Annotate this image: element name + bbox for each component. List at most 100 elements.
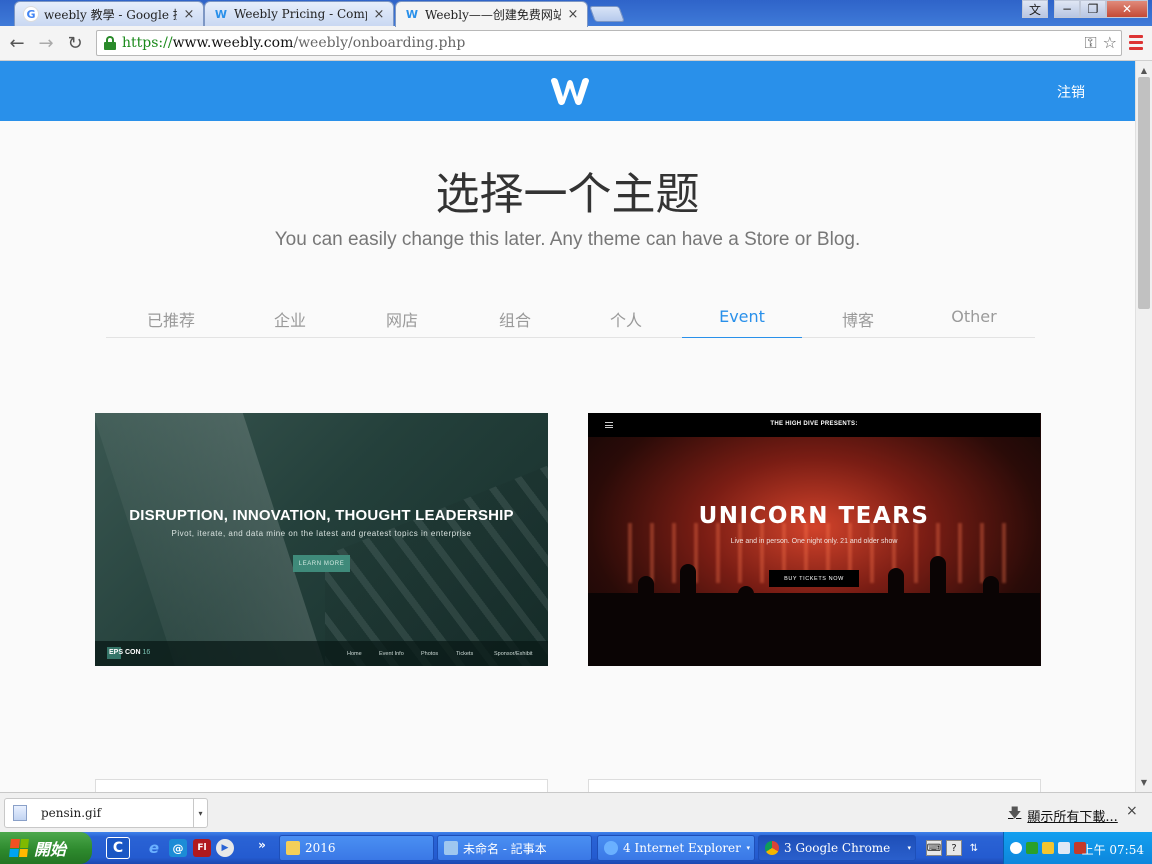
tab-other[interactable]: Other — [914, 307, 1034, 338]
theme-card-partial[interactable] — [588, 779, 1041, 792]
ime-options-icon[interactable]: ⇅ — [966, 840, 982, 856]
key-icon[interactable]: ⚿ — [1084, 33, 1096, 53]
close-tab-icon[interactable]: × — [373, 7, 385, 22]
internet-explorer-icon — [604, 841, 618, 855]
close-download-shelf-icon[interactable]: × — [1126, 803, 1138, 819]
minimize-button[interactable]: − — [1054, 0, 1080, 18]
group-caret-icon: ▾ — [746, 844, 750, 852]
theme-cta-button: LEARN MORE — [293, 555, 350, 572]
scroll-up-arrow-icon[interactable]: ▲ — [1136, 63, 1152, 77]
browser-tab-weebly-onboarding[interactable]: W Weebly——创建免费网站 × — [395, 1, 588, 27]
security-shield-icon[interactable] — [1042, 842, 1054, 854]
page-title: 选择一个主题 — [435, 169, 700, 220]
page-scrollbar[interactable]: ▲ ▼ — [1135, 61, 1152, 792]
download-arrow-icon: 🡇 — [1008, 806, 1022, 821]
taskbar-button-google-chrome[interactable]: 3 Google Chrome ▾ — [758, 835, 916, 861]
address-bar[interactable]: https://www.weebly.com/weebly/onboarding… — [96, 30, 1122, 56]
tab-business[interactable]: 企业 — [236, 307, 344, 338]
weebly-logo-icon[interactable] — [548, 75, 592, 107]
ccleaner-icon[interactable]: C — [106, 837, 130, 859]
download-item[interactable]: pensin.gif ▾ — [4, 798, 208, 828]
tab-title: Weebly Pricing - Compare W — [234, 7, 367, 21]
browser-tab-weebly-pricing[interactable]: W Weebly Pricing - Compare W × — [204, 1, 394, 26]
outlook-icon[interactable]: @ — [169, 839, 187, 857]
tray-app-icon[interactable] — [1026, 842, 1038, 854]
logout-link[interactable]: 注销 — [1057, 82, 1085, 102]
chrome-icon — [765, 841, 779, 855]
system-clock[interactable]: 上午 07:54 — [1082, 841, 1144, 858]
page-subtitle: You can easily change this later. Any th… — [274, 229, 861, 250]
theme-card-unicorn-tears[interactable]: THE HIGH DIVE PRESENTS: UNICORN TEARS Li… — [588, 413, 1041, 666]
scroll-down-arrow-icon[interactable]: ▼ — [1136, 775, 1152, 789]
scroll-thumb[interactable] — [1138, 77, 1150, 309]
theme-headline: DISRUPTION, INNOVATION, THOUGHT LEADERSH… — [129, 507, 514, 524]
keyboard-icon[interactable]: ⌨ — [926, 840, 942, 856]
page-viewport: 注销 选择一个主题 You can easily change this lat… — [0, 61, 1135, 792]
close-tab-icon[interactable]: × — [567, 7, 579, 22]
theme-nav-item: Sponsor/Exhibit — [494, 651, 533, 657]
download-filename: pensin.gif — [41, 806, 102, 820]
theme-headline: UNICORN TEARS — [698, 503, 930, 529]
tab-title: Weebly——创建免费网站 — [425, 8, 561, 22]
quick-launch-more-icon[interactable]: » — [256, 836, 268, 854]
weebly-icon: W — [214, 7, 228, 21]
new-tab-button[interactable] — [589, 6, 625, 22]
reload-button[interactable]: ↻ — [64, 32, 86, 54]
taskbar-button-folder[interactable]: 2016 — [279, 835, 434, 861]
theme-card-partial[interactable] — [95, 779, 548, 792]
restore-button[interactable]: ❐ — [1080, 0, 1106, 18]
theme-subheadline: Pivot, iterate, and data mine on the lat… — [171, 529, 472, 538]
theme-subheadline: Live and in person. One night only. 21 a… — [730, 538, 898, 545]
system-tray: 上午 07:54 — [1003, 832, 1152, 864]
flash-icon[interactable]: Fl — [193, 839, 211, 857]
taskbar-button-notepad[interactable]: 未命名 - 記事本 — [437, 835, 592, 861]
url-path: /weebly/onboarding.php — [293, 35, 466, 51]
theme-cta-button: BUY TICKETS NOW — [769, 570, 859, 587]
media-player-icon[interactable]: ▶ — [216, 839, 234, 857]
windows-flag-icon — [9, 839, 29, 857]
ime-language-icon[interactable]: 文 — [1022, 0, 1048, 18]
download-options-caret-icon[interactable]: ▾ — [193, 799, 207, 827]
back-button[interactable]: ← — [6, 32, 28, 54]
show-all-downloads-link[interactable]: 🡇 顯示所有下載... — [1008, 804, 1118, 826]
lock-icon — [103, 36, 117, 50]
tray-expand-icon[interactable] — [1010, 842, 1022, 854]
folder-icon — [286, 841, 300, 855]
theme-card-eps-con[interactable]: DISRUPTION, INNOVATION, THOUGHT LEADERSH… — [95, 413, 548, 666]
chrome-menu-icon[interactable] — [1129, 35, 1143, 51]
close-tab-icon[interactable]: × — [183, 7, 195, 22]
tab-event[interactable]: Event — [682, 307, 802, 338]
theme-presents-label: THE HIGH DIVE PRESENTS: — [770, 421, 858, 427]
image-file-icon — [13, 805, 27, 821]
tab-personal[interactable]: 个人 — [570, 307, 682, 338]
browser-tab-google-search[interactable]: G weebly 教學 - Google 搜尋 × — [14, 1, 204, 26]
close-window-button[interactable]: ✕ — [1106, 0, 1148, 18]
tab-recommended[interactable]: 已推荐 — [106, 307, 236, 338]
internet-explorer-icon[interactable]: e — [145, 839, 163, 857]
theme-nav-item: Home — [347, 651, 362, 657]
url-host: www.weebly.com — [172, 35, 294, 51]
theme-brand: EPS CON 16 — [109, 649, 151, 656]
theme-topbar: THE HIGH DIVE PRESENTS: — [588, 413, 1040, 437]
windows-taskbar: 開始 C e @ Fl ▶ » 2016 未命名 - 記事本 4 Interne… — [0, 832, 1152, 864]
google-icon: G — [23, 6, 39, 22]
forward-button[interactable]: → — [35, 32, 57, 54]
help-icon[interactable]: ? — [946, 840, 962, 856]
tab-title: weebly 教學 - Google 搜尋 — [44, 7, 177, 22]
weebly-icon: W — [405, 8, 419, 21]
url-scheme: https:// — [122, 35, 173, 51]
ime-toolbar: ⌨ ? ⇅ — [926, 840, 982, 856]
crowd-silhouette — [588, 556, 1040, 666]
bookmark-star-icon[interactable]: ☆ — [1103, 33, 1117, 53]
start-button[interactable]: 開始 — [0, 832, 92, 864]
tab-portfolio[interactable]: 组合 — [460, 307, 570, 338]
tab-blog[interactable]: 博客 — [802, 307, 914, 338]
network-icon[interactable] — [1058, 842, 1070, 854]
notepad-icon — [444, 841, 458, 855]
tab-store[interactable]: 网店 — [344, 307, 460, 338]
category-tabs: 已推荐 企业 网店 组合 个人 Event 博客 Other — [106, 301, 1035, 338]
taskbar-button-internet-explorer[interactable]: 4 Internet Explorer ▾ — [597, 835, 755, 861]
browser-tab-strip: G weebly 教學 - Google 搜尋 × W Weebly Prici… — [0, 0, 1152, 27]
theme-nav-item: Tickets — [456, 651, 474, 657]
group-caret-icon: ▾ — [907, 844, 911, 852]
